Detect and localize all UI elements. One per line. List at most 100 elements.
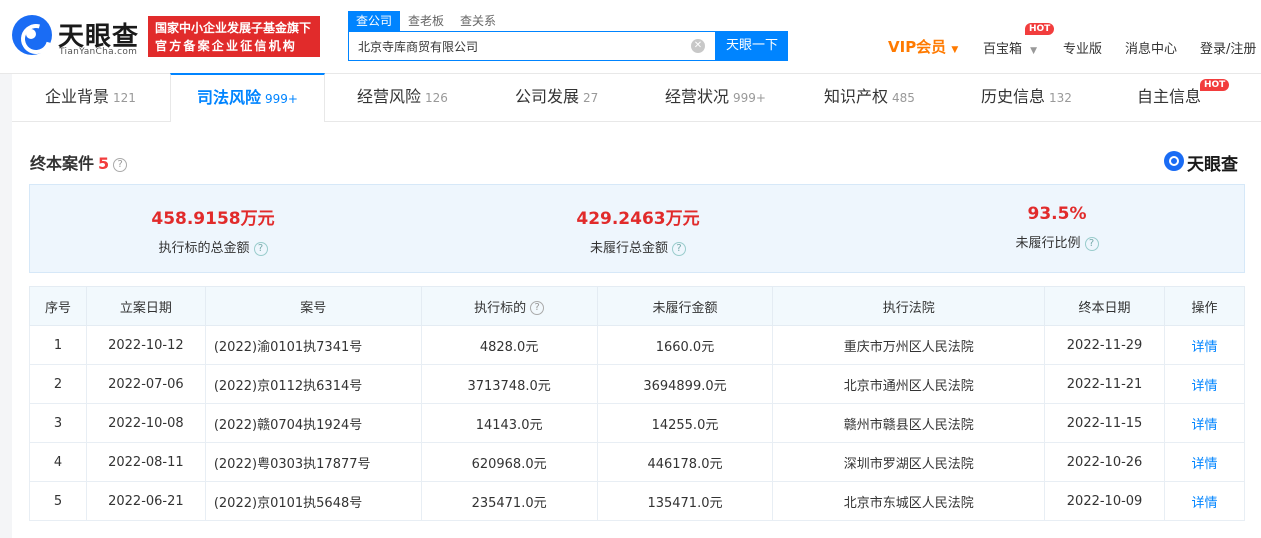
cell-index: 2: [29, 364, 87, 404]
cell-unfulfilled-amount: 446178.0元: [596, 442, 774, 482]
cell-case-number: (2022)京0112执6314号: [204, 364, 422, 404]
tab-company-development[interactable]: 公司发展 27: [515, 74, 598, 121]
tab-intellectual-property[interactable]: 知识产权 485: [824, 74, 915, 121]
cell-execution-target: 14143.0元: [420, 403, 598, 443]
watermark-text: 天眼查: [1187, 155, 1238, 175]
search-box: ✕: [348, 31, 716, 61]
tab-count: 121: [113, 91, 136, 105]
tab-enterprise-background[interactable]: 企业背景 121: [45, 74, 136, 121]
summary-label: 执行标的总金额?: [63, 237, 363, 256]
top-header: 天眼查 TianYanCha.com 国家中小企业发展子基金旗下 官方备案企业征…: [0, 0, 1261, 74]
cell-court: 重庆市万州区人民法院: [772, 325, 1046, 365]
cell-final-date: 2022-10-09: [1044, 481, 1166, 521]
search-tab-boss[interactable]: 查老板: [400, 11, 452, 31]
col-header-label: 执行标的: [474, 300, 527, 316]
cell-court: 赣州市赣县区人民法院: [772, 403, 1046, 443]
table-row: 1 2022-10-12 (2022)渝0101执7341号 4828.0元 1…: [29, 325, 1245, 365]
col-header-action: 操作: [1164, 286, 1245, 326]
col-header-final-date: 终本日期: [1044, 286, 1166, 326]
search-input[interactable]: [349, 32, 679, 60]
help-icon[interactable]: ?: [1084, 236, 1099, 251]
summary-label-text: 未履行比例: [1015, 236, 1081, 251]
cell-final-date: 2022-11-15: [1044, 403, 1166, 443]
promo-line-1: 国家中小企业发展子基金旗下: [155, 21, 312, 35]
details-link[interactable]: 详情: [1164, 364, 1245, 404]
tab-label: 自主信息: [1137, 87, 1202, 106]
summary-unfulfilled-amount: 429.2463万元 未履行总金额?: [488, 185, 788, 256]
cell-filing-date: 2022-06-21: [85, 481, 206, 521]
table-row: 4 2022-08-11 (2022)粤0303执17877号 620968.0…: [29, 442, 1245, 482]
help-icon[interactable]: ?: [672, 241, 686, 256]
cell-unfulfilled-amount: 14255.0元: [596, 403, 774, 443]
table-row: 2 2022-07-06 (2022)京0112执6314号 3713748.0…: [29, 364, 1245, 404]
clear-icon[interactable]: ✕: [691, 39, 705, 53]
tab-label: 知识产权: [824, 87, 889, 106]
cell-court: 北京市东城区人民法院: [772, 481, 1046, 521]
tab-history-info[interactable]: 历史信息 132: [981, 74, 1072, 121]
vip-label: VIP会员: [888, 38, 947, 56]
login-register-link[interactable]: 登录/注册: [1200, 38, 1256, 57]
cell-case-number: (2022)渝0101执7341号: [204, 325, 422, 365]
cell-filing-date: 2022-10-08: [85, 403, 206, 443]
tab-count: 999+: [265, 92, 298, 106]
cell-unfulfilled-amount: 135471.0元: [596, 481, 774, 521]
logo-brand-domain: TianYanCha.com: [59, 47, 138, 57]
cell-index: 3: [29, 403, 87, 443]
cell-execution-target: 620968.0元: [420, 442, 598, 482]
summary-label-text: 未履行总金额: [589, 241, 668, 256]
col-header-filing-date: 立案日期: [85, 286, 206, 326]
message-center-link[interactable]: 消息中心: [1125, 38, 1177, 57]
table-row: 5 2022-06-21 (2022)京0101执5648号 235471.0元…: [29, 481, 1245, 521]
logo-eye-icon: [1164, 151, 1184, 171]
cell-index: 4: [29, 442, 87, 482]
hot-badge: HOT: [1200, 79, 1230, 91]
promo-badge: 国家中小企业发展子基金旗下 官方备案企业征信机构: [148, 16, 320, 57]
cell-unfulfilled-amount: 3694899.0元: [596, 364, 774, 404]
tab-count: 27: [583, 91, 599, 105]
cell-unfulfilled-amount: 1660.0元: [596, 325, 774, 365]
summary-label: 未履行比例?: [907, 232, 1207, 251]
help-icon[interactable]: ?: [530, 301, 545, 315]
tab-label: 历史信息: [981, 87, 1046, 106]
table-header-row: 序号 立案日期 案号 执行标的? 未履行金额 执行法院 终本日期 操作: [29, 286, 1245, 326]
baibaoxiang-menu[interactable]: 百宝箱 ▼: [983, 38, 1037, 57]
search-tab-company[interactable]: 查公司: [348, 11, 401, 31]
tab-count: 485: [892, 91, 915, 105]
col-header-case-number: 案号: [204, 286, 422, 326]
cell-index: 1: [29, 325, 87, 365]
details-link[interactable]: 详情: [1164, 442, 1245, 482]
logo-eye-icon: [12, 15, 52, 55]
help-icon[interactable]: ?: [253, 241, 268, 256]
details-link[interactable]: 详情: [1164, 481, 1245, 521]
cell-case-number: (2022)粤0303执17877号: [204, 442, 422, 482]
summary-label: 未履行总金额?: [488, 237, 788, 256]
hot-badge: HOT: [1025, 23, 1055, 35]
cell-final-date: 2022-10-26: [1044, 442, 1166, 482]
col-header-index: 序号: [29, 286, 87, 326]
search-type-tabs: 查公司 查老板 查关系: [348, 11, 504, 31]
vip-member-menu[interactable]: VIP会员 ▼: [888, 36, 958, 57]
chevron-down-icon: ▼: [951, 45, 959, 55]
col-header-unfulfilled-amount: 未履行金额: [596, 286, 774, 326]
tab-self-info[interactable]: 自主信息: [1137, 74, 1201, 121]
cell-execution-target: 3713748.0元: [420, 364, 598, 404]
tianyancha-logo[interactable]: 天眼查 TianYanCha.com: [12, 15, 140, 59]
summary-value: 458.9158万元: [151, 209, 275, 229]
pro-version-link[interactable]: 专业版: [1063, 38, 1102, 57]
cell-execution-target: 4828.0元: [420, 325, 598, 365]
search-button[interactable]: 天眼一下: [716, 31, 788, 61]
details-link[interactable]: 详情: [1164, 403, 1245, 443]
summary-unfulfilled-ratio: 93.5% 未履行比例?: [907, 185, 1207, 251]
help-icon[interactable]: ?: [113, 157, 128, 172]
tab-label: 司法风险: [197, 88, 262, 107]
cell-court: 深圳市罗湖区人民法院: [772, 442, 1046, 482]
tab-operating-risk[interactable]: 经营风险 126: [357, 74, 448, 121]
cell-filing-date: 2022-10-12: [85, 325, 206, 365]
tab-judicial-risk[interactable]: 司法风险 999+: [170, 73, 325, 122]
tab-label: 经营风险: [357, 87, 422, 106]
details-link[interactable]: 详情: [1164, 325, 1245, 365]
cell-filing-date: 2022-08-11: [85, 442, 206, 482]
search-tab-relation[interactable]: 查关系: [452, 11, 504, 31]
tianyancha-watermark: 天眼查: [1164, 150, 1244, 175]
tab-operating-status[interactable]: 经营状况 999+: [665, 74, 766, 121]
